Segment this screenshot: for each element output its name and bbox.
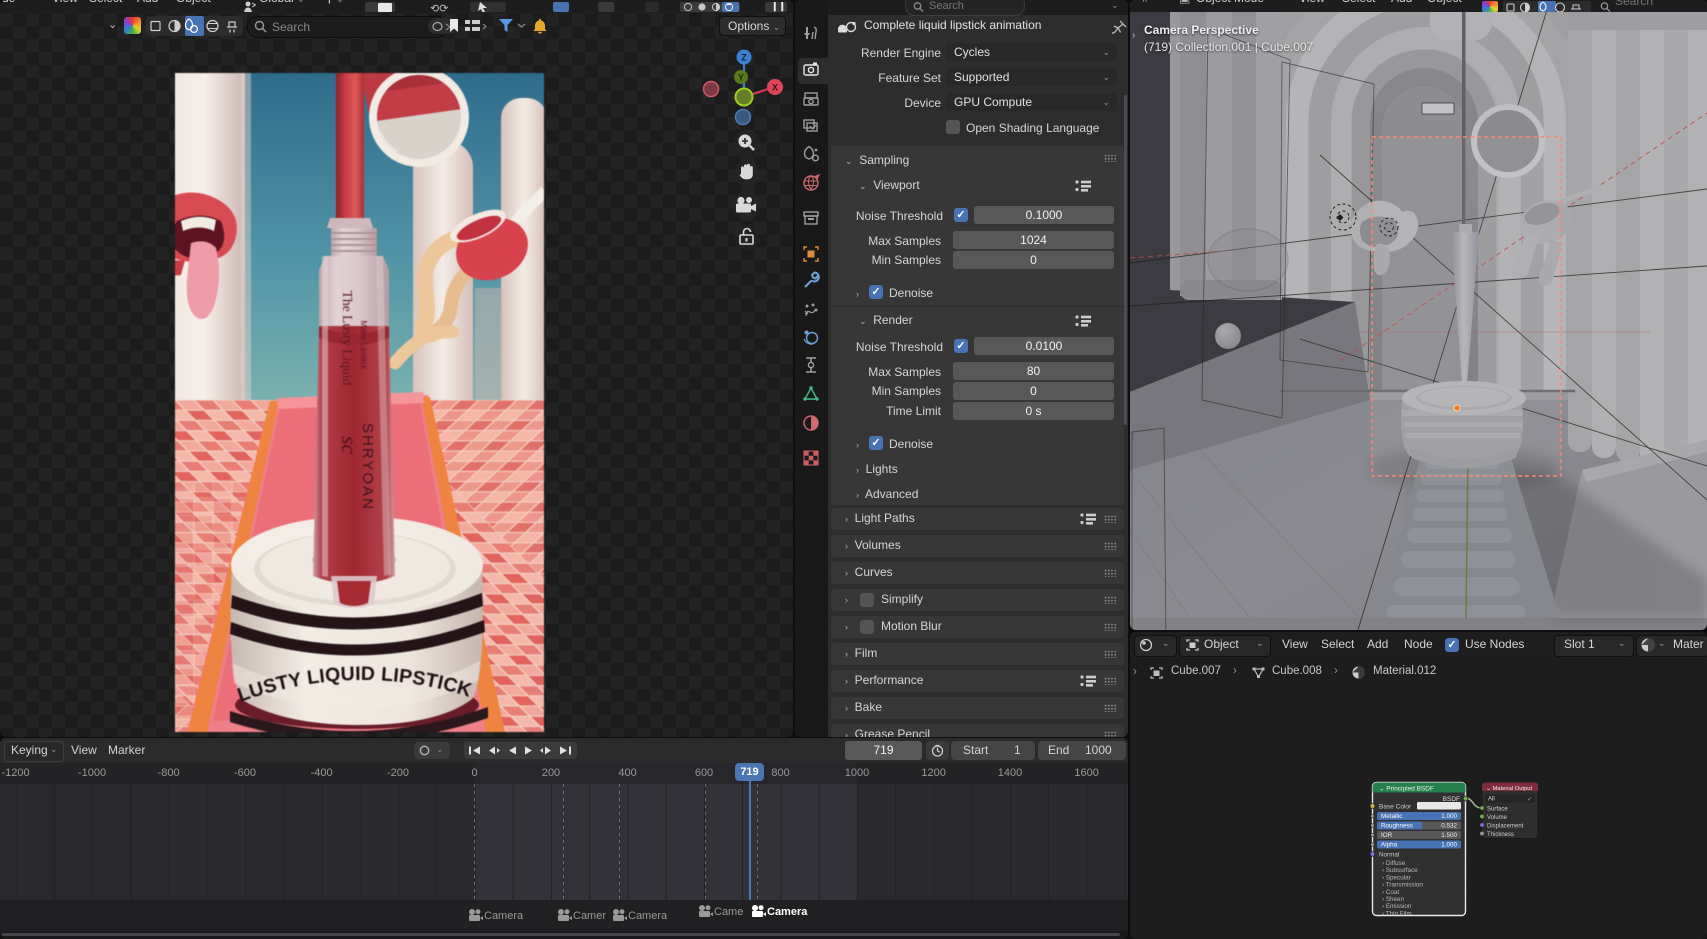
svg-text:› Subsurface: › Subsurface	[1382, 867, 1418, 874]
svg-text:Normal: Normal	[1379, 852, 1399, 859]
svg-text:Y: Y	[738, 73, 744, 83]
svg-text:⌄ Principled BSDF: ⌄ Principled BSDF	[1379, 786, 1434, 793]
svg-text:IOR: IOR	[1381, 832, 1393, 839]
svg-text:› Coat: › Coat	[1382, 889, 1399, 896]
svg-text:All: All	[1488, 797, 1495, 803]
svg-text:Z: Z	[741, 53, 747, 63]
svg-text:X: X	[772, 83, 778, 93]
svg-text:⌄ Material Output: ⌄ Material Output	[1486, 786, 1532, 792]
svg-text:› Emission: › Emission	[1382, 903, 1412, 910]
svg-text:1.000: 1.000	[1441, 813, 1457, 820]
svg-text:Base Color: Base Color	[1379, 804, 1412, 811]
svg-text:› Thin Film: › Thin Film	[1382, 910, 1412, 917]
svg-text:BSDF: BSDF	[1443, 796, 1460, 803]
svg-text:1.000: 1.000	[1441, 842, 1457, 849]
svg-text:Surface: Surface	[1487, 806, 1508, 812]
svg-text:› Transmission: › Transmission	[1382, 882, 1423, 889]
svg-text:sc: sc	[337, 436, 362, 455]
svg-text:The Lusty Liquid: The Lusty Liquid	[340, 291, 355, 386]
svg-text:Metallic: Metallic	[1381, 813, 1402, 820]
svg-text:Matte Lipstick: Matte Lipstick	[359, 321, 368, 371]
svg-text:Roughness: Roughness	[1381, 823, 1413, 830]
svg-text:› Sheen: › Sheen	[1382, 896, 1405, 903]
svg-text:✓: ✓	[1527, 797, 1532, 803]
svg-text:0.532: 0.532	[1441, 823, 1457, 830]
svg-text:Thickness: Thickness	[1487, 832, 1514, 838]
svg-text:› Diffuse: › Diffuse	[1382, 860, 1406, 867]
svg-text:› Specular: › Specular	[1382, 874, 1411, 881]
svg-text:1.500: 1.500	[1441, 832, 1457, 839]
svg-text:Alpha: Alpha	[1381, 842, 1398, 849]
svg-text:Volume: Volume	[1487, 815, 1508, 821]
svg-text:Displacement: Displacement	[1487, 823, 1524, 829]
